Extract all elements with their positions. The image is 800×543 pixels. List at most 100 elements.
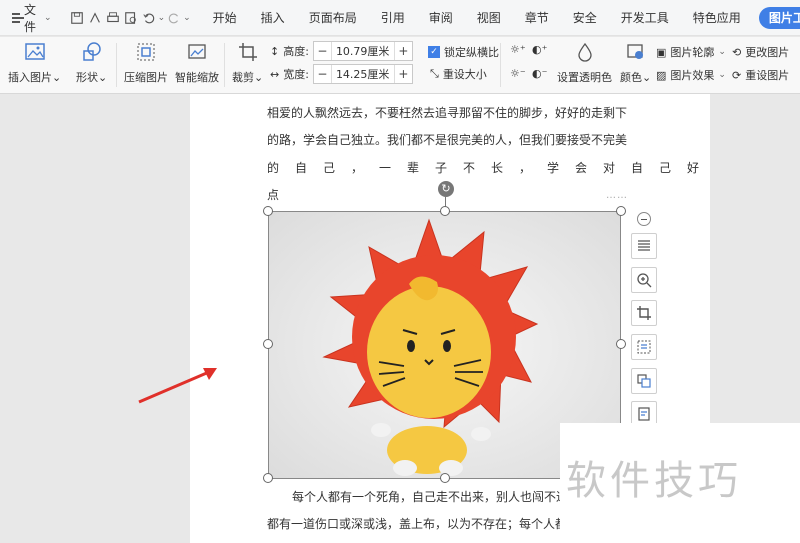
tab-picture-tools[interactable]: 图片工具 — [758, 6, 800, 29]
tab-review[interactable]: 审阅 — [417, 0, 465, 36]
brightness-up-button[interactable]: ☼⁺ — [510, 43, 526, 56]
red-arrow-annotation — [138, 368, 217, 404]
contrast-down-button[interactable]: ◐⁻ — [532, 67, 547, 80]
change-picture-icon: ⟲ — [732, 45, 742, 59]
document-line-2: 的路，学会自己独立。我们都不是很完美的人，但我们要接受不完美 — [267, 133, 628, 147]
crop-side-button[interactable] — [631, 300, 657, 326]
contrast-up-button[interactable]: ◐⁺ — [532, 43, 547, 56]
tab-developer[interactable]: 开发工具 — [609, 0, 681, 36]
quick-access-more-icon[interactable]: ⌄ — [183, 13, 191, 23]
brightness-down-button[interactable]: ☼⁻ — [510, 67, 526, 80]
width-label: 宽度: — [283, 68, 309, 81]
height-input[interactable] — [331, 42, 394, 60]
collapse-toolbar-icon[interactable] — [637, 212, 651, 226]
picture-translate-button[interactable] — [631, 368, 657, 394]
shape-button[interactable]: 形状⌄ — [76, 41, 107, 85]
color-button[interactable]: 颜色⌄ — [620, 41, 651, 85]
set-transparent-button[interactable]: 设置透明色 — [557, 41, 612, 85]
menu-bar: 文件 ⌄ ⌄ ⌄ 开始 插入 页面布局 引用 审阅 视图 章节 安全 开发工具 … — [0, 0, 800, 36]
chevron-down-icon: ⌄ — [44, 12, 52, 23]
document-line-4: 点 — [267, 188, 280, 202]
brightness-up-icon: ☼⁺ — [510, 43, 526, 56]
insert-picture-button[interactable]: 插入图片⌄ — [8, 41, 61, 85]
picture-outline-icon: ▣ — [656, 45, 667, 59]
file-menu[interactable]: 文件 ⌄ — [0, 0, 60, 36]
resize-handle-left[interactable] — [263, 339, 273, 349]
insert-picture-label: 插入图片⌄ — [8, 71, 62, 84]
height-stepper: − + — [312, 41, 413, 61]
compress-picture-label: 压缩图片 — [124, 71, 168, 84]
resize-handle-top-right[interactable] — [616, 206, 626, 216]
chevron-down-icon: ⌄ — [718, 70, 726, 80]
translate-icon — [637, 374, 651, 388]
height-label: 高度: — [283, 45, 309, 58]
compress-picture-button[interactable]: 压缩图片 — [124, 41, 168, 85]
print-icon[interactable] — [106, 9, 120, 27]
save-icon[interactable] — [70, 9, 84, 27]
text-wrap-icon — [638, 240, 650, 251]
rotate-handle-icon[interactable]: ↻ — [438, 181, 454, 197]
zoom-in-icon — [637, 273, 652, 288]
export-icon[interactable] — [88, 9, 102, 27]
resize-handle-right[interactable] — [616, 339, 626, 349]
lock-ratio-checkbox[interactable]: ✓ 锁定纵横比 — [428, 44, 499, 60]
reset-picture-icon: ⟳ — [732, 68, 742, 82]
change-picture-label: 更改图片 — [745, 46, 790, 59]
crop-button[interactable]: 裁剪⌄ — [232, 41, 263, 85]
separator — [500, 43, 501, 87]
width-increase-button[interactable]: + — [393, 65, 412, 83]
tab-view[interactable]: 视图 — [465, 0, 513, 36]
picture-icon — [24, 43, 45, 60]
print-preview-icon[interactable] — [124, 9, 138, 27]
ribbon-toolbar: 插入图片⌄ 形状⌄ 压缩图片 智能缩放 裁剪⌄ ↕ 高度: − + ↔ 宽度: … — [0, 37, 800, 94]
picture-tools-icon — [638, 407, 650, 421]
crop-label: 裁剪⌄ — [232, 71, 264, 84]
file-menu-label: 文件 — [24, 2, 37, 34]
ocr-icon — [637, 340, 651, 354]
width-input[interactable] — [331, 65, 394, 83]
crop-icon — [238, 43, 257, 61]
resize-handle-bottom[interactable] — [440, 473, 450, 483]
undo-icon[interactable] — [142, 9, 156, 27]
width-decrease-button[interactable]: − — [314, 65, 332, 83]
shape-icon — [82, 42, 101, 61]
reset-picture-button[interactable]: ⟳ 重设图片 — [732, 67, 789, 83]
reset-size-label: 重设大小 — [442, 68, 487, 81]
picture-to-text-button[interactable] — [631, 334, 657, 360]
color-label: 颜色⌄ — [620, 71, 652, 84]
tab-section[interactable]: 章节 — [513, 0, 561, 36]
reset-size-button[interactable]: ⤡ 重设大小 — [430, 66, 487, 82]
reset-size-icon: ⤡ — [430, 67, 439, 80]
smart-scale-button[interactable]: 智能缩放 — [175, 41, 219, 85]
brightness-down-icon: ☼⁻ — [510, 67, 526, 80]
contrast-down-icon: ◐⁻ — [532, 67, 548, 80]
width-row: ↔ 宽度: − + — [270, 64, 413, 84]
tab-featured-apps[interactable]: 特色应用 — [681, 0, 753, 36]
ribbon-tabs: 开始 插入 页面布局 引用 审阅 视图 章节 安全 开发工具 特色应用 图片工具 — [201, 0, 800, 36]
width-icon: ↔ — [270, 67, 280, 81]
picture-outline-button[interactable]: ▣ 图片轮廓 ⌄ — [656, 44, 726, 60]
crop-icon — [637, 306, 651, 320]
redo-icon[interactable] — [167, 9, 181, 27]
layout-options-button[interactable] — [631, 233, 657, 259]
tab-home[interactable]: 开始 — [201, 0, 249, 36]
tab-insert[interactable]: 插入 — [249, 0, 297, 36]
zoom-picture-button[interactable] — [631, 267, 657, 293]
resize-handle-bottom-left[interactable] — [263, 473, 273, 483]
watermark-text: 软件技巧 — [566, 458, 742, 504]
change-picture-button[interactable]: ⟲ 更改图片 — [732, 44, 789, 60]
height-decrease-button[interactable]: − — [314, 42, 332, 60]
width-stepper: − + — [312, 64, 413, 84]
hamburger-icon — [12, 12, 24, 23]
picture-outline-label: 图片轮廓 — [670, 46, 715, 59]
undo-dropdown-icon[interactable]: ⌄ — [158, 13, 166, 23]
tab-security[interactable]: 安全 — [561, 0, 609, 36]
paragraph-mark: …… — [606, 190, 628, 201]
tab-references[interactable]: 引用 — [369, 0, 417, 36]
height-increase-button[interactable]: + — [393, 42, 412, 60]
picture-effect-button[interactable]: ▨ 图片效果 ⌄ — [656, 67, 726, 83]
resize-handle-top-left[interactable] — [263, 206, 273, 216]
document-line-3: 的自己，一辈子不长，学会对自己好 — [267, 161, 716, 175]
tab-page-layout[interactable]: 页面布局 — [297, 0, 369, 36]
resize-handle-top[interactable] — [440, 206, 450, 216]
